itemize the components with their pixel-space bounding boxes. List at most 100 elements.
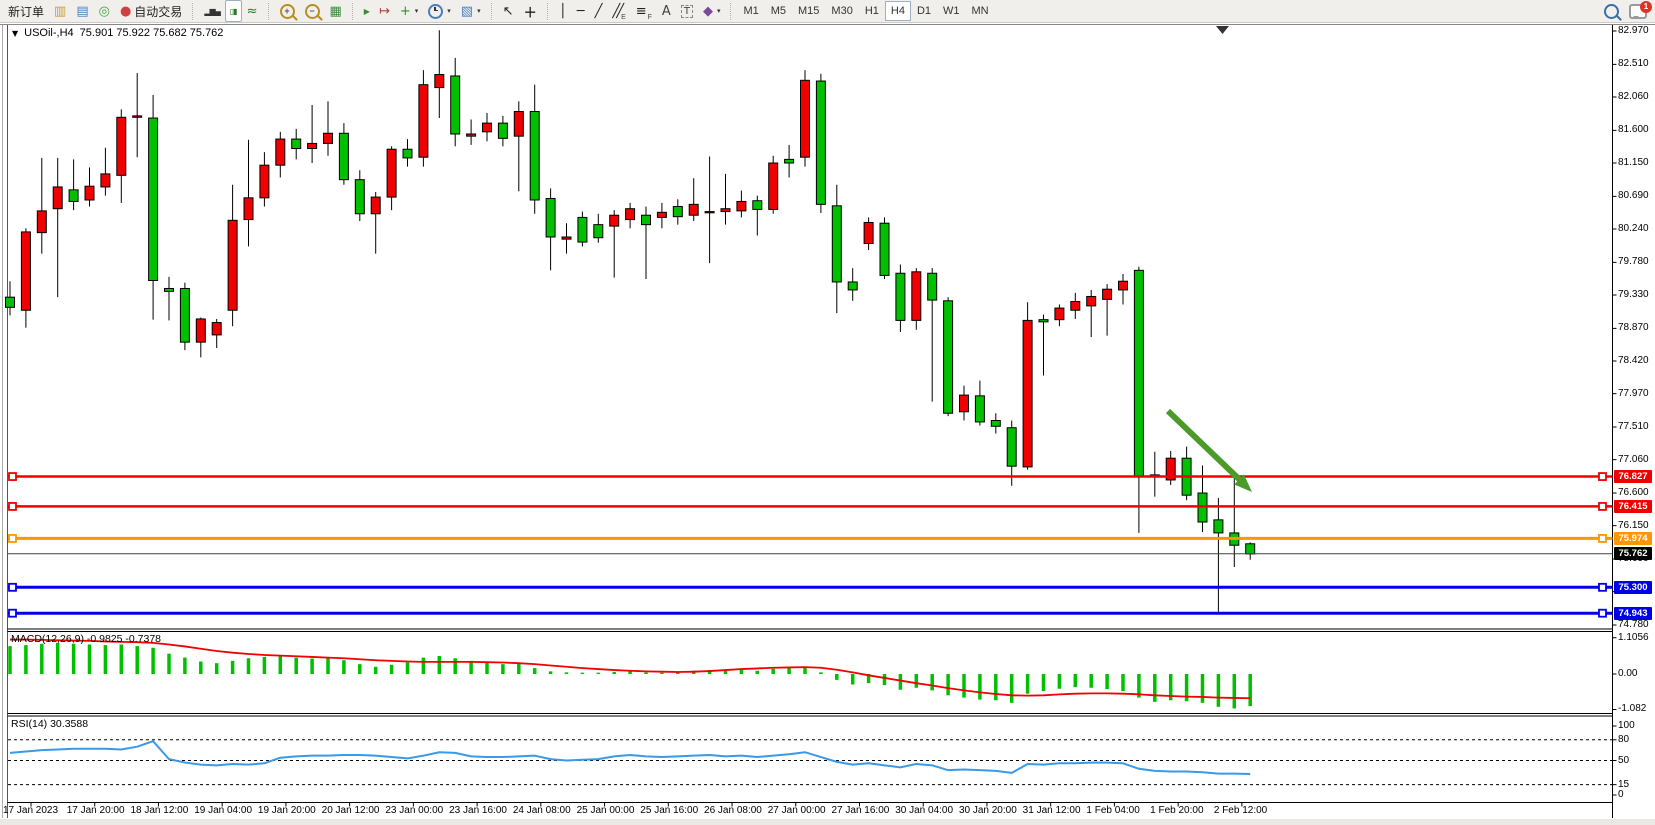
line-chart-type-icon[interactable]: ≈ — [242, 0, 263, 22]
candlestick-type-icon: ▯▮ — [230, 5, 237, 18]
candle-body — [165, 288, 174, 291]
zoom-out-icon[interactable]: − — [300, 0, 325, 22]
candle-body — [435, 75, 444, 88]
vertical-line-tool-icon[interactable]: │ — [554, 0, 572, 22]
search-icon[interactable] — [1599, 0, 1624, 22]
timeframe-d1-button[interactable]: D1 — [911, 1, 937, 21]
macd-histogram-bar — [40, 644, 44, 674]
macd-histogram-bar — [1248, 674, 1252, 706]
macd-histogram-bar — [406, 663, 410, 674]
line-handle[interactable] — [1599, 473, 1606, 480]
candle-body — [196, 319, 205, 342]
candle-body — [1055, 308, 1064, 320]
cursor-tool-icon: ↖ — [503, 5, 514, 18]
candle-body — [260, 165, 269, 198]
candle-body — [721, 209, 730, 212]
macd-histogram-bar — [342, 660, 346, 674]
toolbar-separator — [352, 3, 354, 20]
fibonacci-tool-icon[interactable]: ≡F — [631, 0, 657, 22]
new-order-button[interactable]: 新订单 — [3, 0, 49, 22]
crosshair-tool-icon[interactable]: + — [519, 0, 542, 22]
arrows-tool-icon: ◆ — [703, 5, 713, 18]
chart-shift-icon[interactable]: ↦ — [374, 0, 395, 22]
macd-histogram-bar — [390, 665, 394, 674]
auto-scroll-icon: ▶ — [364, 5, 369, 18]
candle-body — [626, 209, 635, 220]
timeframe-m5-button[interactable]: M5 — [765, 1, 792, 21]
macd-histogram-bar — [1201, 674, 1205, 703]
rsi-line — [10, 741, 1250, 774]
candle-body — [324, 133, 333, 143]
bar-chart-type-icon[interactable]: ▂▆▄ — [199, 0, 224, 22]
line-handle[interactable] — [9, 584, 16, 591]
line-handle[interactable] — [9, 535, 16, 542]
auto-trading-button[interactable]: ●自动交易 — [115, 0, 187, 22]
macd-histogram-bar — [756, 671, 760, 674]
toolbar: 新订单▥▤◎●自动交易▂▆▄▯▮≈+−▦▶↦+▾▾▧▾↖+│─╱╱╱E≡FAT◆… — [0, 0, 1655, 23]
line-handle[interactable] — [1599, 535, 1606, 542]
window-bottom-edge — [0, 819, 1655, 825]
cursor-tool-icon[interactable]: ↖ — [498, 0, 519, 22]
line-handle[interactable] — [1599, 503, 1606, 510]
zoom-in-icon: + — [280, 4, 295, 19]
candle-body — [991, 420, 1000, 426]
zoom-in-icon[interactable]: + — [275, 0, 300, 22]
arrows-tool-icon[interactable]: ◆▾ — [698, 0, 726, 22]
candle-body — [562, 237, 571, 239]
trendline-tool-icon[interactable]: ╱ — [590, 0, 608, 22]
macd-histogram-bar — [1105, 674, 1109, 689]
candle-body — [785, 159, 794, 163]
candle-body — [292, 139, 301, 148]
candle-body — [133, 116, 142, 117]
candle-body — [737, 201, 746, 210]
timeframe-m30-button[interactable]: M30 — [825, 1, 858, 21]
timeframe-w1-button[interactable]: W1 — [937, 1, 966, 21]
signals-icon[interactable]: ◎ — [94, 0, 115, 22]
candle-body — [1007, 428, 1016, 466]
line-handle[interactable] — [9, 503, 16, 510]
timeframe-mn-button[interactable]: MN — [966, 1, 995, 21]
channel-tool-icon[interactable]: ╱╱E — [607, 0, 630, 22]
periods-button[interactable]: ▾ — [423, 0, 456, 22]
templates-button[interactable]: ▧▾ — [456, 0, 486, 22]
macd-histogram-bar — [199, 662, 203, 674]
macd-histogram-bar — [517, 664, 521, 674]
candle-body — [960, 395, 969, 412]
horizontal-line-tool-icon[interactable]: ─ — [572, 0, 590, 22]
notifications-icon[interactable]: 1 — [1624, 0, 1652, 22]
candle-body — [180, 288, 189, 342]
timeframe-m1-button[interactable]: M1 — [737, 1, 764, 21]
candle-body — [53, 187, 62, 209]
arrow-annotation-shaft[interactable] — [1168, 411, 1240, 480]
candle-body — [355, 180, 364, 214]
macd-histogram-bar — [56, 643, 60, 674]
tile-windows-icon[interactable]: ▦ — [325, 0, 347, 22]
candle-body — [1214, 520, 1223, 533]
timeframe-m15-button[interactable]: M15 — [792, 1, 825, 21]
timeframe-h1-button[interactable]: H1 — [859, 1, 885, 21]
line-handle[interactable] — [9, 473, 16, 480]
dropdown-caret-icon: ▾ — [477, 7, 481, 15]
macd-histogram-bar — [899, 674, 903, 690]
text-tool-icon[interactable]: A — [657, 0, 676, 22]
candle-body — [673, 207, 682, 217]
line-handle[interactable] — [1599, 584, 1606, 591]
line-handle[interactable] — [1599, 610, 1606, 617]
indicators-button[interactable]: +▾ — [395, 0, 423, 22]
candlestick-type-icon[interactable]: ▯▮ — [225, 0, 242, 22]
label-tool-icon[interactable]: T — [676, 0, 698, 22]
market-watch-icon[interactable]: ▤ — [71, 0, 93, 22]
timeframe-h4-button[interactable]: H4 — [885, 1, 911, 21]
line-handle[interactable] — [9, 610, 16, 617]
auto-scroll-icon[interactable]: ▶ — [359, 0, 374, 22]
macd-histogram-bar — [930, 674, 934, 690]
chart-canvas[interactable]: ▼ USOil-,H4 75.901 75.922 75.682 75.762 … — [0, 0, 1655, 825]
macd-histogram-bar — [104, 645, 108, 674]
macd-histogram-bar — [8, 646, 12, 674]
macd-histogram-bar — [358, 664, 362, 674]
charts-stack-icon: ▥ — [54, 5, 66, 18]
charts-stack-icon[interactable]: ▥ — [49, 0, 71, 22]
signals-icon: ◎ — [99, 5, 110, 18]
toolbar-separator — [730, 3, 732, 20]
macd-histogram-bar — [167, 654, 171, 674]
